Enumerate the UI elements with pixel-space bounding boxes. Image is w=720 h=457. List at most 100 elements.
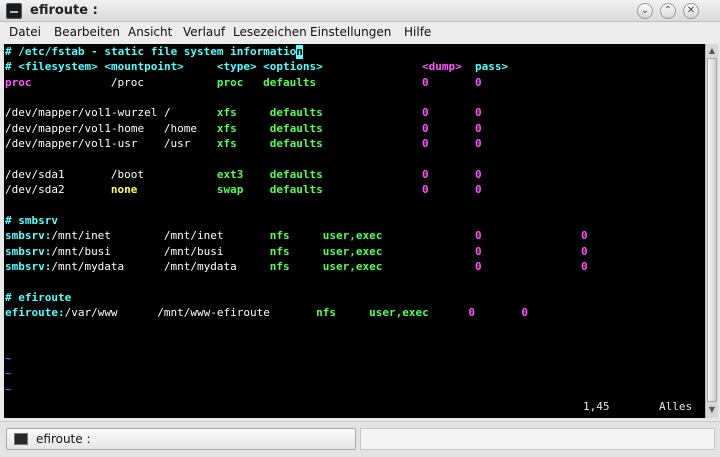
menu-bar: Datei Bearbeiten Ansicht Verlauf Lesezei… [0,22,720,44]
terminal-text: 0 [422,121,429,135]
terminal-text: 0 [422,106,429,120]
terminal-text: <dump> [422,60,462,74]
terminal-area[interactable]: 1,45 Alles # /etc/fstab - static file sy… [4,44,705,418]
terminal-text: /mnt/inet [163,229,224,243]
terminal-text: /usr [163,137,191,151]
terminal-text: 0 [475,137,482,151]
terminal-text: /dev/mapper/vol1-usr [5,137,138,151]
terminal-text: /proc [110,75,145,89]
terminal-text: <type> <options> [216,60,323,74]
terminal-text: ext3 [216,167,244,181]
terminal-text: 0 [521,305,528,319]
terminal-text: swap [216,183,244,197]
system-tray [360,428,715,450]
terminal-text: # <filesystem> <mountpoint> [5,60,184,74]
terminal-text: nfs [269,259,290,273]
window-title: efiroute : [30,3,98,18]
terminal-text: /dev/mapper/vol1-wurzel / [5,106,171,120]
terminal-text: none [110,183,138,197]
terminal-text: 0 [422,183,429,197]
terminal-text: efiroute: [5,305,65,319]
cursor-position: 1,45 [583,400,610,413]
terminal-text: 0 [475,75,482,89]
terminal-text: /mnt/www-efiroute [157,305,270,319]
terminal-text: 0 [475,259,482,273]
terminal-text: smbsrv: [5,244,52,258]
menu-einstellungen[interactable]: Einstellungen [310,25,391,39]
terminal-text: xfs [216,106,237,120]
terminal-text: /dev/mapper/vol1-home [5,121,145,135]
terminal-text: 0 [475,244,482,258]
terminal-text: ~ [5,382,12,396]
minimize-icon[interactable]: ⌄ [637,3,653,19]
terminal-text: 0 [580,259,588,273]
terminal-text: /mnt/mydata [51,259,125,273]
terminal-text: 0 [475,167,482,181]
terminal-text: 0 [475,106,482,120]
terminal-text: user,exec [322,244,383,258]
menu-verlauf[interactable]: Verlauf [183,25,225,39]
terminal-icon [6,3,22,19]
terminal-text: defaults [269,137,323,151]
terminal-text: 0 [422,75,429,89]
terminal-text: proc [5,75,32,89]
menu-bearbeiten[interactable]: Bearbeiten [54,25,120,39]
terminal-text: 0 [468,305,476,319]
terminal-text: /mnt/busi [163,244,224,258]
terminal-scrollbar[interactable]: ▲ ▼ [705,44,718,418]
maximize-icon[interactable]: ⌃ [660,3,676,19]
terminal-text: defaults [269,167,323,181]
terminal-text: pass> [475,60,509,74]
terminal-text: # /etc/fstab - static file system inform… [5,45,297,58]
terminal-text: /mnt/inet [51,229,111,243]
terminal-text: ~ [5,367,12,381]
scroll-thumb[interactable] [707,58,717,402]
terminal-text: nfs [269,244,290,258]
terminal-text: user,exec [369,305,429,319]
terminal-text: defaults [269,106,323,120]
terminal-text: n [296,45,303,59]
close-icon[interactable]: ✕ [683,3,699,19]
terminal-text: # smbsrv [5,213,58,227]
terminal-text: 0 [475,121,482,135]
terminal-icon [14,433,28,445]
menu-ansicht[interactable]: Ansicht [128,25,172,39]
task-button-efiroute[interactable]: efiroute : [6,428,356,450]
terminal-text: user,exec [322,259,383,273]
terminal-text: /mnt/busi [51,244,111,258]
terminal-text: ~ [5,352,12,365]
terminal-text: 0 [580,244,588,258]
terminal-text: nfs [269,229,290,243]
title-bar[interactable]: efiroute : ⌄ ⌃ ✕ [0,0,720,22]
terminal-text: smbsrv: [5,259,52,273]
terminal-text: 0 [580,229,588,243]
terminal-text: 0 [475,183,482,197]
scroll-up-icon[interactable]: ▲ [707,45,717,57]
terminal-text: /home [163,121,197,135]
terminal-text: xfs [216,121,237,135]
menu-datei[interactable]: Datei [9,25,41,39]
terminal-text: 0 [422,137,429,151]
terminal-text: nfs [316,305,336,319]
task-label: efiroute : [36,432,91,446]
terminal-text: smbsrv: [5,229,52,243]
terminal-text: /var/www [64,305,118,319]
konsole-window: efiroute : ⌄ ⌃ ✕ Datei Bearbeiten Ansich… [0,0,720,457]
terminal-text: 0 [422,167,429,181]
taskbar: efiroute : [0,421,720,457]
terminal-text: 0 [475,229,482,243]
menu-lesezeichen[interactable]: Lesezeichen [233,25,307,39]
terminal-text: defaults [263,75,317,89]
terminal-text: defaults [269,121,323,135]
terminal-text: /dev/sda1 [5,167,65,181]
terminal-text: /boot [110,167,145,181]
terminal-text: proc [216,75,244,89]
terminal-text: xfs [216,137,237,151]
terminal-text: user,exec [322,229,383,243]
terminal-text: /mnt/mydata [163,259,237,273]
scroll-indicator: Alles [659,400,693,413]
menu-hilfe[interactable]: Hilfe [404,25,431,39]
scroll-down-icon[interactable]: ▼ [707,404,717,416]
terminal-text: defaults [269,183,323,197]
terminal-text: /dev/sda2 [5,183,65,197]
